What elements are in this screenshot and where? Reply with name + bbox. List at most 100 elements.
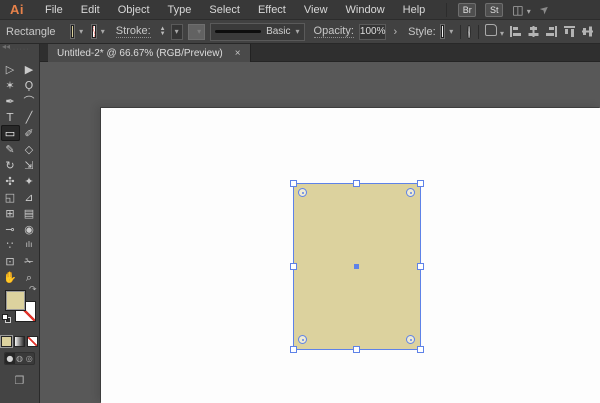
align-vertical-center-icon[interactable] <box>581 25 594 39</box>
workspace-switcher[interactable]: ◫ ▾ <box>512 3 530 17</box>
menu-help[interactable]: Help <box>394 4 435 16</box>
opacity-value-field[interactable]: 100% <box>358 23 387 40</box>
corner-radius-widget-top-left[interactable] <box>298 188 307 197</box>
draw-behind-button[interactable]: ◍ <box>15 353 25 364</box>
eyedropper-tool[interactable]: ⊸ <box>1 221 20 237</box>
handle-bottom-center[interactable] <box>353 346 360 353</box>
brush-definition-dropdown[interactable]: Basic ▾ <box>210 22 305 41</box>
corner-radius-widget-bottom-left[interactable] <box>298 335 307 344</box>
corner-radius-widget-top-right[interactable] <box>406 188 415 197</box>
type-tool[interactable]: T <box>1 109 20 125</box>
align-horizontal-right-icon[interactable] <box>545 25 558 39</box>
default-fill-stroke-icon[interactable] <box>2 314 12 324</box>
slice-tool[interactable]: ✁ <box>20 253 39 269</box>
artboard-tool-icon: ⊡ <box>5 254 15 268</box>
column-graph-tool[interactable]: ılı <box>20 237 39 253</box>
align-horizontal-left-icon[interactable] <box>509 25 522 39</box>
menu-object[interactable]: Object <box>109 4 159 16</box>
recolor-artwork-icon[interactable] <box>467 24 471 39</box>
slice-tool-icon: ✁ <box>24 254 34 268</box>
pencil-tool[interactable]: ✎ <box>1 141 20 157</box>
draw-normal-button[interactable]: ● <box>5 353 15 364</box>
graphic-style-swatch[interactable] <box>440 25 445 38</box>
document-tab-title: Untitled-2* @ 66.67% (RGB/Preview) <box>57 47 223 59</box>
handle-middle-left[interactable] <box>290 263 297 270</box>
perspective-grid-tool[interactable]: ⊿ <box>20 189 39 205</box>
blend-tool[interactable]: ◉ <box>20 221 39 237</box>
opacity-more-icon[interactable]: › <box>391 26 399 38</box>
tools-panel-header[interactable]: ◂◂ ······ <box>0 42 39 59</box>
menu-file[interactable]: File <box>36 4 72 16</box>
canvas-pasteboard[interactable] <box>40 62 600 403</box>
hand-tool[interactable]: ✋ <box>1 269 20 285</box>
chevron-down-icon[interactable]: ▾ <box>79 27 83 36</box>
width-tool[interactable]: ✣ <box>1 173 20 189</box>
control-bar: Rectangle ▾ ▾ Stroke: ▲ ▼ ▾ ▾ Basic ▾ Op… <box>0 20 600 44</box>
handle-bottom-right[interactable] <box>417 346 424 353</box>
puppet-warp-tool[interactable]: ✦ <box>20 173 39 189</box>
workspace-layout-icon: ◫ <box>512 2 524 17</box>
shape-properties-button[interactable]: ▾ <box>484 24 504 39</box>
document-tab[interactable]: Untitled-2* @ 66.67% (RGB/Preview) × <box>48 44 251 62</box>
lasso-tool[interactable]: Ϙ <box>20 77 39 93</box>
lasso-tool-icon: Ϙ <box>24 78 34 92</box>
none-button[interactable] <box>27 336 38 347</box>
stroke-weight-label[interactable]: Stroke: <box>115 25 151 38</box>
artboard-tool[interactable]: ⊡ <box>1 253 20 269</box>
bridge-button[interactable]: Br <box>458 2 477 17</box>
menu-select[interactable]: Select <box>200 4 249 16</box>
handle-top-center[interactable] <box>353 180 360 187</box>
panel-grip-icon[interactable]: ······ <box>0 46 39 53</box>
handle-top-left[interactable] <box>290 180 297 187</box>
menu-effect[interactable]: Effect <box>249 4 295 16</box>
rotate-tool[interactable]: ↻ <box>1 157 20 173</box>
stepper-down-icon[interactable]: ▼ <box>160 31 166 37</box>
stock-button[interactable]: St <box>485 2 504 17</box>
curvature-tool[interactable]: ⌒ <box>20 93 39 109</box>
line-segment-tool[interactable]: ╱ <box>20 109 39 125</box>
scale-tool[interactable]: ⇲ <box>20 157 39 173</box>
rotate-tool-icon: ↻ <box>5 158 15 172</box>
menu-type[interactable]: Type <box>159 4 201 16</box>
handle-middle-right[interactable] <box>417 263 424 270</box>
close-icon[interactable]: × <box>235 48 241 59</box>
handle-bottom-left[interactable] <box>290 346 297 353</box>
gpu-performance-icon[interactable]: ➤ <box>537 2 552 18</box>
draw-inside-button[interactable]: ◎ <box>24 353 34 364</box>
eraser-tool[interactable]: ◇ <box>20 141 39 157</box>
mesh-tool[interactable]: ⊞ <box>1 205 20 221</box>
stroke-weight-stepper[interactable]: ▲ ▼ <box>160 26 166 37</box>
paintbrush-tool[interactable]: ✐ <box>20 125 39 141</box>
chevron-down-icon[interactable]: ▾ <box>449 27 453 36</box>
tool-grid: ▷ ▶ ✶ Ϙ ✒ ⌒ T ╱ ▭ ✐ ✎ ◇ ↻ ⇲ ✣ ✦ ◱ ⊿ ⊞ ▤ … <box>0 61 39 285</box>
handle-top-right[interactable] <box>417 180 424 187</box>
color-button[interactable] <box>1 336 12 347</box>
stroke-weight-dropdown[interactable]: ▾ <box>170 23 183 40</box>
screen-mode-button[interactable]: ❐ <box>0 374 39 387</box>
align-vertical-top-icon[interactable] <box>563 25 576 39</box>
corner-radius-widget-bottom-right[interactable] <box>406 335 415 344</box>
pen-tool[interactable]: ✒ <box>1 93 20 109</box>
rectangle-tool[interactable]: ▭ <box>0 125 20 141</box>
zoom-tool[interactable]: ⌕ <box>20 269 39 285</box>
symbol-sprayer-tool[interactable]: ∵ <box>1 237 20 253</box>
align-horizontal-center-icon[interactable] <box>527 25 540 39</box>
center-point[interactable] <box>354 264 359 269</box>
shape-builder-tool[interactable]: ◱ <box>1 189 20 205</box>
gradient-button[interactable] <box>14 336 25 347</box>
opacity-label[interactable]: Opacity: <box>313 25 354 38</box>
stroke-color-swatch[interactable] <box>92 25 96 38</box>
magic-wand-tool[interactable]: ✶ <box>1 77 20 93</box>
selection-tool[interactable]: ▷ <box>1 61 20 77</box>
swap-fill-stroke-icon[interactable]: ↷ <box>29 285 37 295</box>
menu-edit[interactable]: Edit <box>72 4 109 16</box>
fill-color-swatch[interactable] <box>70 25 75 38</box>
fill-proxy-swatch[interactable] <box>5 290 26 311</box>
fill-stroke-widget: ↷ <box>0 285 39 332</box>
menu-window[interactable]: Window <box>337 4 394 16</box>
menu-view[interactable]: View <box>295 4 337 16</box>
illustrator-logo: Ai <box>10 2 24 17</box>
direct-selection-tool[interactable]: ▶ <box>20 61 39 77</box>
gradient-tool[interactable]: ▤ <box>20 205 39 221</box>
chevron-down-icon[interactable]: ▾ <box>101 27 105 36</box>
